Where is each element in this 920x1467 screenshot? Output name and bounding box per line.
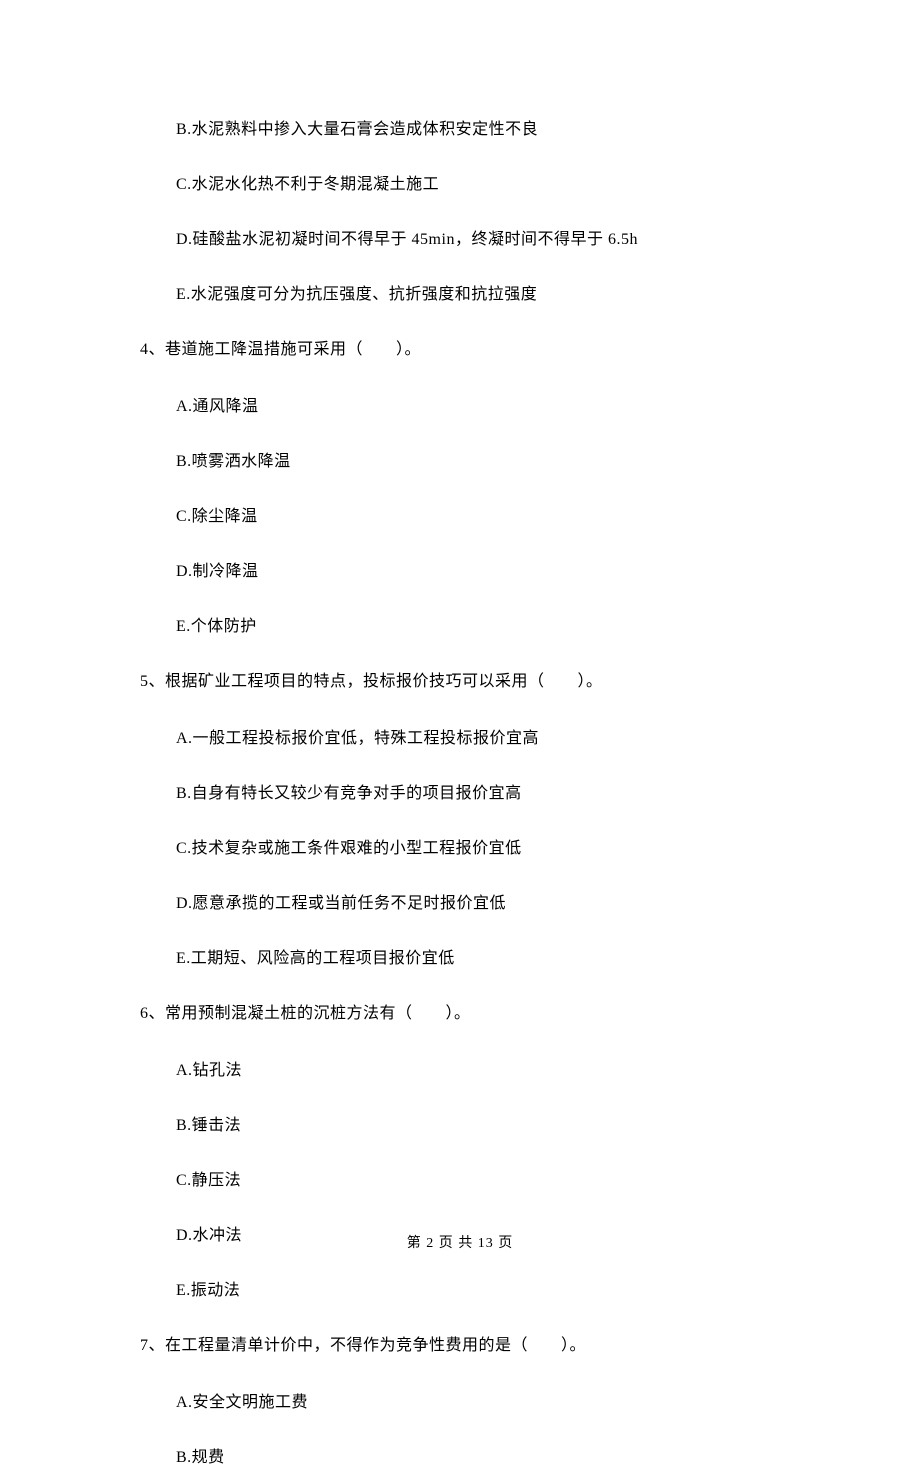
q3-option-e: E.水泥强度可分为抗压强度、抗折强度和抗拉强度 (140, 280, 780, 304)
q4-option-a: A.通风降温 (140, 392, 780, 416)
q6-stem: 6、常用预制混凝土桩的沉桩方法有（ ）。 (140, 999, 780, 1023)
page-footer: 第 2 页 共 13 页 (0, 1232, 920, 1252)
q6-option-a: A.钻孔法 (140, 1056, 780, 1080)
q7-option-b: B.规费 (140, 1443, 780, 1467)
q5-option-d: D.愿意承揽的工程或当前任务不足时报价宜低 (140, 889, 780, 913)
q5-option-b: B.自身有特长又较少有竞争对手的项目报价宜高 (140, 779, 780, 803)
q6-option-c: C.静压法 (140, 1166, 780, 1190)
q3-option-d: D.硅酸盐水泥初凝时间不得早于 45min，终凝时间不得早于 6.5h (140, 225, 780, 249)
q6-option-e: E.振动法 (140, 1276, 780, 1300)
q6-option-b: B.锤击法 (140, 1111, 780, 1135)
q7-stem: 7、在工程量清单计价中，不得作为竞争性费用的是（ ）。 (140, 1331, 780, 1355)
q3-option-c: C.水泥水化热不利于冬期混凝土施工 (140, 170, 780, 194)
q4-option-e: E.个体防护 (140, 612, 780, 636)
q5-option-c: C.技术复杂或施工条件艰难的小型工程报价宜低 (140, 834, 780, 858)
q4-option-c: C.除尘降温 (140, 502, 780, 526)
q3-option-b: B.水泥熟料中掺入大量石膏会造成体积安定性不良 (140, 115, 780, 139)
q5-stem: 5、根据矿业工程项目的特点，投标报价技巧可以采用（ ）。 (140, 667, 780, 691)
q5-option-a: A.一般工程投标报价宜低，特殊工程投标报价宜高 (140, 724, 780, 748)
q4-stem: 4、巷道施工降温措施可采用（ ）。 (140, 335, 780, 359)
q7-option-a: A.安全文明施工费 (140, 1388, 780, 1412)
q5-option-e: E.工期短、风险高的工程项目报价宜低 (140, 944, 780, 968)
q4-option-b: B.喷雾洒水降温 (140, 447, 780, 471)
q4-option-d: D.制冷降温 (140, 557, 780, 581)
